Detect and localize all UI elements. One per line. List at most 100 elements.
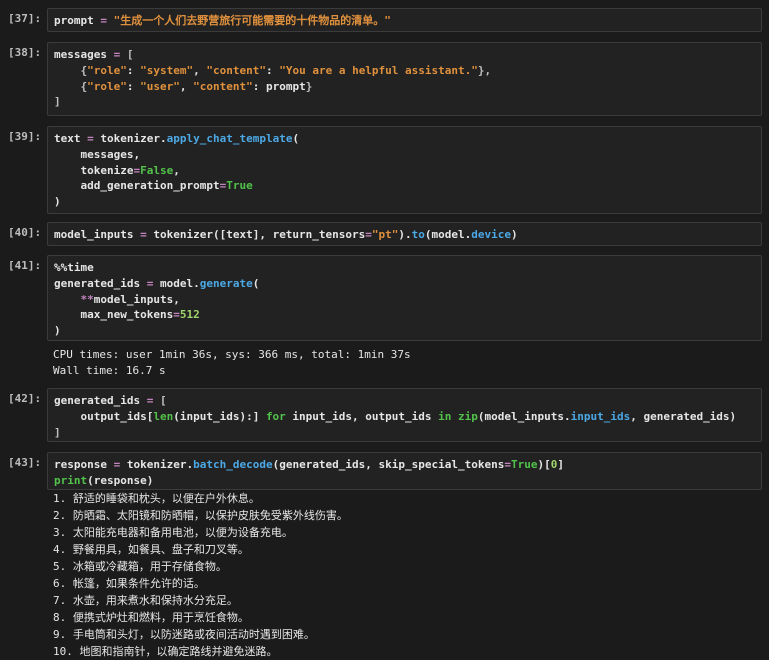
code-cell[interactable]: [41]: %%time generated_ids = model.genera…: [0, 253, 769, 377]
code-line: generated_ids = [: [54, 393, 755, 409]
operator-token: **: [80, 292, 94, 306]
keyword-token: in: [438, 409, 452, 423]
code-token: ): [54, 195, 61, 209]
output-line: 1. 舒适的睡袋和枕头，以便在户外休息。: [53, 492, 260, 505]
code-line: response = tokenizer.batch_decode(genera…: [54, 457, 755, 473]
execution-count: [37]:: [8, 12, 42, 25]
code-line: ): [54, 194, 755, 210]
code-editor[interactable]: response = tokenizer.batch_decode(genera…: [47, 452, 762, 490]
code-token: output_ids[: [54, 409, 154, 423]
output-line: 10. 地图和指南针，以确定路线并避免迷路。: [53, 645, 278, 658]
function-token: device: [471, 228, 512, 241]
keyword-token: for: [265, 409, 286, 423]
code-line: ]: [54, 94, 755, 110]
string-token: "生成一个人们去野营旅行可能需要的十件物品的清单。": [113, 14, 391, 27]
code-token: , generated_ids): [630, 409, 737, 423]
number-token: 512: [179, 308, 200, 322]
output-line: Wall time: 16.7 s: [53, 363, 166, 377]
code-editor[interactable]: %%time generated_ids = model.generate( **…: [47, 255, 762, 341]
code-line: tokenize=False,: [54, 163, 755, 179]
code-token: tokenizer.: [126, 458, 194, 471]
output-line: 3. 太阳能充电器和备用电池，以便为设备充电。: [53, 526, 293, 539]
code-token: ): [511, 228, 518, 241]
cell-output: CPU times: user 1min 36s, sys: 366 ms, t…: [53, 347, 762, 379]
code-token: model.: [159, 276, 200, 290]
string-token: "system": [140, 63, 194, 77]
code-token: model_inputs: [54, 228, 134, 241]
code-token: tokenizer.: [100, 132, 167, 145]
code-token: ).: [398, 228, 412, 241]
output-line: 2. 防晒霜、太阳镜和防晒帽，以保护皮肤免受紫外线伤害。: [53, 509, 348, 522]
code-editor[interactable]: model_inputs = tokenizer([text], return_…: [47, 222, 762, 246]
string-token: "content": [193, 79, 253, 93]
output-line: CPU times: user 1min 36s, sys: 366 ms, t…: [53, 348, 411, 361]
code-cell[interactable]: [38]: messages = [ {"role": "system", "c…: [0, 40, 769, 116]
code-token: (response): [87, 473, 154, 487]
code-token: messages,: [54, 147, 141, 161]
output-line: 4. 野餐用具，如餐具、盘子和刀叉等。: [53, 543, 249, 556]
output-line: 9. 手电筒和头灯，以防迷路或夜间活动时遇到困难。: [53, 628, 315, 641]
function-token: input_ids: [570, 409, 631, 423]
execution-count: [39]:: [8, 130, 42, 143]
code-line: %%time: [54, 260, 755, 276]
code-token: )[: [537, 458, 551, 471]
code-editor[interactable]: messages = [ {"role": "system", "content…: [47, 42, 762, 116]
code-token: :: [265, 63, 280, 77]
code-token: add_generation_prompt: [54, 179, 220, 193]
code-cell[interactable]: [37]: prompt = "生成一个人们去野营旅行可能需要的十件物品的清单。…: [0, 6, 769, 32]
code-token: ,: [173, 163, 180, 177]
code-line: ]: [54, 425, 755, 441]
keyword-token: True: [226, 179, 253, 193]
code-cell[interactable]: [43]: response = tokenizer.batch_decode(…: [0, 450, 769, 658]
code-token: ,: [179, 79, 194, 93]
keyword-token: len: [153, 409, 174, 423]
code-token: (model_inputs.: [477, 409, 571, 423]
code-editor[interactable]: text = tokenizer.apply_chat_template( me…: [47, 126, 762, 214]
execution-count: [41]:: [8, 259, 42, 272]
code-cell[interactable]: [42]: generated_ids = [ output_ids[len(i…: [0, 386, 769, 442]
code-line: print(response): [54, 473, 755, 489]
code-token: (input_ids):]: [173, 409, 266, 423]
function-token: apply_chat_template: [166, 132, 293, 145]
code-token: model_inputs,: [93, 292, 180, 306]
code-token: input_ids, output_ids: [285, 409, 439, 423]
function-token: batch_decode: [193, 458, 273, 471]
code-line: **model_inputs,: [54, 292, 755, 308]
keyword-token: zip: [458, 409, 478, 423]
code-line: messages,: [54, 147, 755, 163]
code-editor[interactable]: generated_ids = [ output_ids[len(input_i…: [47, 388, 762, 442]
operator-token: =: [106, 458, 127, 471]
operator-token: =: [504, 458, 511, 471]
code-token: max_new_tokens: [54, 308, 174, 322]
keyword-token: True: [511, 458, 538, 471]
code-token: ): [54, 324, 61, 338]
code-token: : prompt: [252, 79, 306, 93]
code-cell[interactable]: [39]: text = tokenizer.apply_chat_templa…: [0, 124, 769, 214]
output-line: 5. 冰箱或冷藏箱，用于存储食物。: [53, 560, 227, 573]
code-line: prompt = "生成一个人们去野营旅行可能需要的十件物品的清单。": [54, 13, 755, 29]
keyword-token: print: [54, 473, 88, 487]
code-token: %%time: [54, 261, 94, 274]
code-line: {"role": "system", "content": "You are a…: [54, 63, 755, 79]
string-token: "role": [87, 79, 127, 93]
code-cell[interactable]: [40]: model_inputs = tokenizer([text], r…: [0, 220, 769, 246]
operator-token: =: [140, 394, 160, 407]
code-token: response: [54, 458, 107, 471]
string-token: "user": [140, 79, 180, 93]
cell-output: 1. 舒适的睡袋和枕头，以便在户外休息。 2. 防晒霜、太阳镜和防晒帽，以保护皮肤…: [53, 490, 762, 660]
code-line: generated_ids = model.generate(: [54, 276, 755, 292]
code-token: generated_ids: [54, 394, 141, 407]
execution-count: [42]:: [8, 392, 42, 405]
code-token: ,: [193, 63, 207, 77]
code-line: ): [54, 323, 755, 339]
operator-token: =: [106, 48, 127, 61]
code-token: tokenizer([text], return_tensors: [153, 228, 366, 241]
code-token: (: [252, 276, 260, 290]
code-line: output_ids[len(input_ids):] for input_id…: [54, 409, 755, 425]
code-editor[interactable]: prompt = "生成一个人们去野营旅行可能需要的十件物品的清单。": [47, 8, 762, 32]
code-line: add_generation_prompt=True: [54, 178, 755, 194]
code-line: messages = [: [54, 47, 755, 63]
function-token: generate: [199, 276, 253, 290]
code-token: :: [126, 63, 141, 77]
